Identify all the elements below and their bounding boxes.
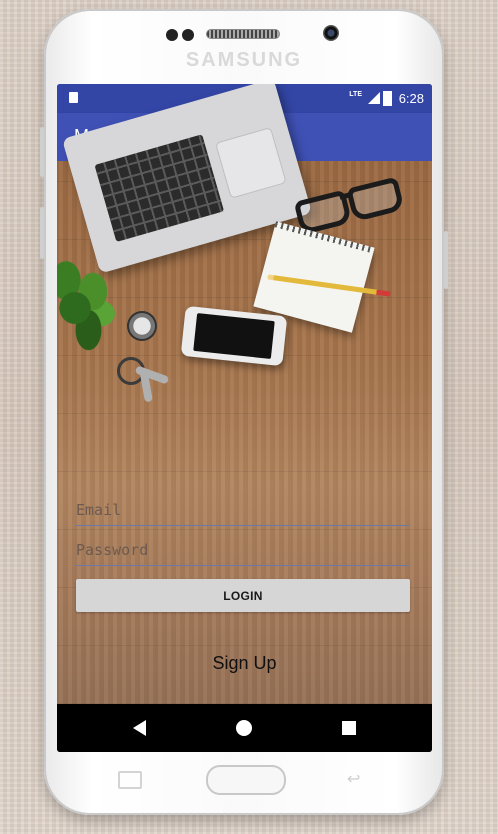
login-screen-content: LOGIN Sign Up xyxy=(57,84,432,704)
hardware-recents-icon xyxy=(118,771,142,789)
network-type-label: LTE xyxy=(349,91,362,98)
login-button[interactable]: LOGIN xyxy=(76,579,410,612)
recents-icon[interactable] xyxy=(342,721,356,735)
home-icon[interactable] xyxy=(236,720,252,736)
navigation-bar xyxy=(57,704,432,752)
hardware-home-button xyxy=(206,765,286,795)
phone-frame: SAMSUNG LTE 6:28 Masterly xyxy=(40,9,448,815)
back-icon[interactable] xyxy=(133,720,146,736)
signup-link[interactable]: Sign Up xyxy=(57,653,432,674)
hardware-back-icon: ↩ xyxy=(347,771,361,788)
brand-logo: SAMSUNG xyxy=(185,49,303,71)
sensor-icon xyxy=(182,29,194,41)
signal-icon xyxy=(368,92,380,104)
battery-charging-icon xyxy=(383,91,392,106)
earpiece-speaker xyxy=(206,29,280,39)
sensor-icon xyxy=(166,29,178,41)
password-field[interactable] xyxy=(76,535,410,566)
sd-card-icon xyxy=(69,92,78,103)
email-field[interactable] xyxy=(76,495,410,526)
volume-down-button xyxy=(40,207,44,259)
volume-up-button xyxy=(40,127,44,177)
screen: LTE 6:28 Masterly xyxy=(57,84,432,752)
front-camera-icon xyxy=(323,25,339,41)
power-button xyxy=(444,231,448,289)
background-overlay xyxy=(57,161,432,704)
status-time: 6:28 xyxy=(398,91,424,106)
